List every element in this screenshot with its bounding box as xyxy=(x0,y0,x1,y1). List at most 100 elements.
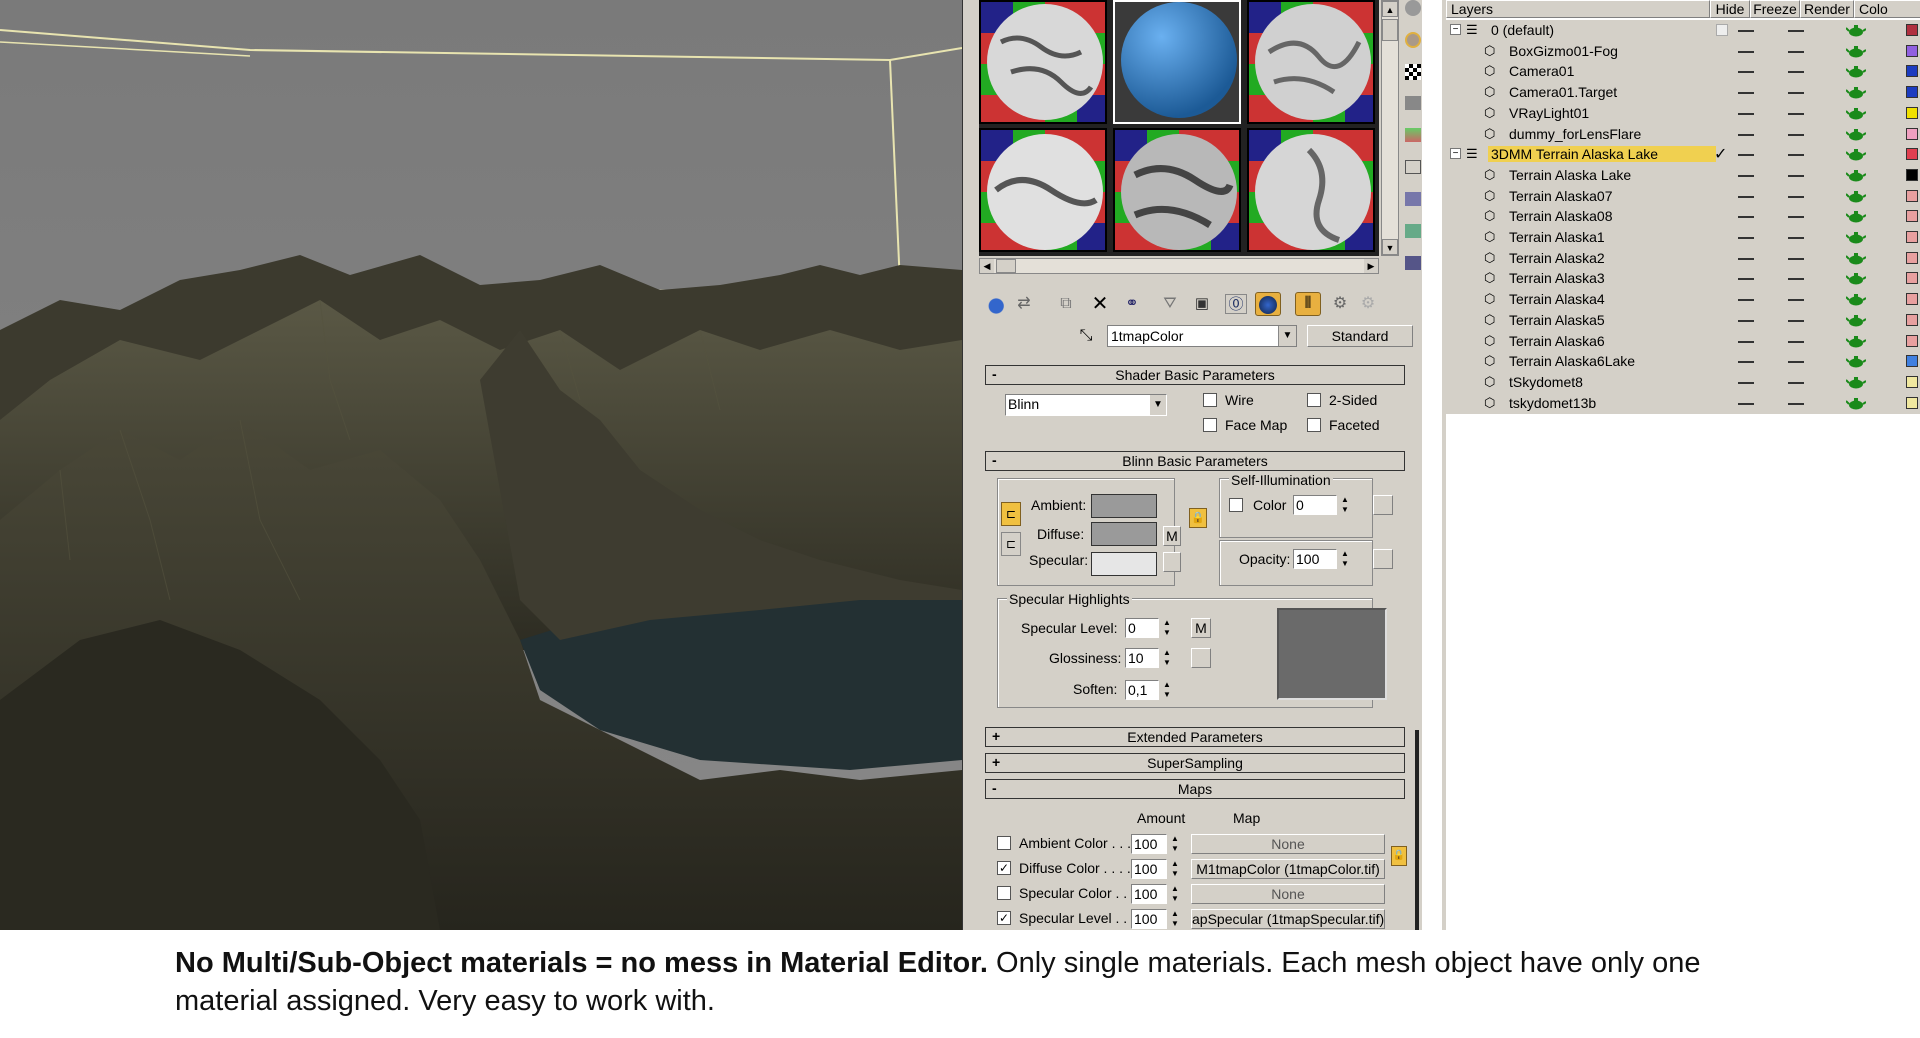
layer-name[interactable]: Terrain Alaska3 xyxy=(1506,270,1608,286)
layer-row[interactable]: ⬡ VRayLight01 xyxy=(1446,102,1920,124)
layer-row[interactable]: ⬡ Terrain Alaska6Lake xyxy=(1446,351,1920,373)
hide-toggle[interactable] xyxy=(1738,257,1754,260)
layer-name[interactable]: tSkydomet8 xyxy=(1506,374,1586,390)
make-preview-icon[interactable] xyxy=(1405,160,1421,174)
lock-icon[interactable]: 🔒 xyxy=(1189,508,1207,528)
rollout-extended[interactable]: + Extended Parameters xyxy=(985,727,1405,747)
spinner-icon[interactable]: ▲ ▼ xyxy=(1161,680,1173,700)
material-name-dropdown[interactable]: 1tmapColor ▼ xyxy=(1107,325,1297,347)
map-slot-button[interactable]: None xyxy=(1191,834,1385,854)
scroll-right-icon[interactable]: ▶ xyxy=(1364,259,1378,273)
layer-row[interactable]: ⬡ Camera01 xyxy=(1446,61,1920,83)
hide-toggle[interactable] xyxy=(1738,361,1754,364)
layer-row[interactable]: ⬡ Terrain Alaska3 xyxy=(1446,268,1920,290)
render-teapot-icon[interactable] xyxy=(1845,376,1867,389)
specular-level-map-button[interactable]: M xyxy=(1191,618,1211,638)
layer-name[interactable]: Terrain Alaska4 xyxy=(1506,291,1608,307)
layer-row[interactable]: ⬡ Terrain Alaska07 xyxy=(1446,185,1920,207)
render-teapot-icon[interactable] xyxy=(1845,272,1867,285)
hide-toggle[interactable] xyxy=(1738,402,1754,405)
layer-color-swatch[interactable] xyxy=(1906,272,1918,285)
layer-name[interactable]: Terrain Alaska Lake xyxy=(1506,167,1634,183)
specular-color-swatch[interactable] xyxy=(1091,552,1157,576)
layer-color-swatch[interactable] xyxy=(1906,127,1918,140)
render-teapot-icon[interactable] xyxy=(1845,252,1867,265)
glossiness-input[interactable]: 10 xyxy=(1125,648,1159,668)
lock-diffuse-specular-icon[interactable]: ⊏ xyxy=(1001,532,1021,556)
rollout-supersampling[interactable]: + SuperSampling xyxy=(985,753,1405,773)
hide-toggle[interactable] xyxy=(1738,50,1754,53)
layer-color-swatch[interactable] xyxy=(1906,189,1918,202)
layer-color-swatch[interactable] xyxy=(1906,334,1918,347)
sample-slot[interactable] xyxy=(1113,128,1241,252)
make-unique-icon[interactable]: ⚭ xyxy=(1121,294,1143,314)
layer-name[interactable]: dummy_forLensFlare xyxy=(1506,126,1644,142)
scroll-up-icon[interactable]: ▲ xyxy=(1382,1,1398,17)
material-type-button[interactable]: Standard xyxy=(1307,325,1413,347)
freeze-toggle[interactable] xyxy=(1788,30,1804,32)
faceted-checkbox[interactable] xyxy=(1307,418,1321,432)
slots-vertical-scrollbar[interactable]: ▲ ▼ xyxy=(1381,0,1399,256)
layer-color-swatch[interactable] xyxy=(1906,375,1918,388)
layer-color-swatch[interactable] xyxy=(1906,313,1918,326)
freeze-column-header[interactable]: Freeze xyxy=(1750,0,1800,18)
diffuse-map-button[interactable]: M xyxy=(1163,526,1181,546)
self-illum-map-button[interactable] xyxy=(1373,495,1393,515)
render-teapot-icon[interactable] xyxy=(1845,86,1867,99)
freeze-toggle[interactable] xyxy=(1788,381,1804,384)
layer-row[interactable]: ⬡ dummy_forLensFlare xyxy=(1446,123,1920,145)
layer-name[interactable]: Terrain Alaska6Lake xyxy=(1506,353,1638,369)
shader-type-dropdown[interactable]: Blinn ▼ xyxy=(1005,394,1167,416)
scroll-thumb[interactable] xyxy=(1382,19,1398,41)
opacity-input[interactable]: 100 xyxy=(1293,549,1337,569)
freeze-toggle[interactable] xyxy=(1788,71,1804,74)
sample-slot-active[interactable] xyxy=(1113,0,1241,124)
render-teapot-icon[interactable] xyxy=(1845,210,1867,223)
hide-column-header[interactable]: Hide xyxy=(1710,0,1750,18)
hide-toggle[interactable] xyxy=(1738,237,1754,239)
freeze-toggle[interactable] xyxy=(1788,402,1804,405)
color-column-header[interactable]: Colo xyxy=(1854,0,1920,18)
layer-row[interactable]: ⬡ Terrain Alaska6 xyxy=(1446,330,1920,352)
put-to-library-icon[interactable]: ⛛ xyxy=(1159,294,1181,314)
layer-row[interactable]: − ☰ 3DMM Terrain Alaska Lake ✓ xyxy=(1446,144,1920,166)
freeze-toggle[interactable] xyxy=(1788,216,1804,219)
layer-color-swatch[interactable] xyxy=(1906,24,1918,36)
layer-row[interactable]: ⬡ Terrain Alaska Lake xyxy=(1446,164,1920,186)
freeze-toggle[interactable] xyxy=(1788,112,1804,115)
self-illum-color-checkbox[interactable] xyxy=(1229,498,1243,512)
freeze-toggle[interactable] xyxy=(1788,174,1804,177)
soften-input[interactable]: 0,1 xyxy=(1125,680,1159,700)
material-navigator-icon[interactable] xyxy=(1405,256,1421,270)
render-teapot-icon[interactable] xyxy=(1845,355,1867,368)
layer-row[interactable]: ⬡ Terrain Alaska4 xyxy=(1446,289,1920,311)
sample-slot[interactable] xyxy=(979,128,1107,252)
render-teapot-icon[interactable] xyxy=(1845,128,1867,141)
freeze-toggle[interactable] xyxy=(1788,195,1804,198)
map-enable-checkbox[interactable]: ✓ xyxy=(997,861,1011,875)
render-teapot-icon[interactable] xyxy=(1845,397,1867,410)
freeze-toggle[interactable] xyxy=(1788,237,1804,239)
freeze-toggle[interactable] xyxy=(1788,92,1804,95)
layer-row[interactable]: ⬡ Terrain Alaska5 xyxy=(1446,309,1920,331)
pick-from-object-icon[interactable]: ⚙ xyxy=(1357,294,1379,314)
layer-color-swatch[interactable] xyxy=(1906,293,1918,306)
hscroll-thumb[interactable] xyxy=(996,259,1016,273)
layer-name[interactable]: Terrain Alaska6 xyxy=(1506,333,1608,349)
layer-row[interactable]: ⬡ Camera01.Target xyxy=(1446,82,1920,104)
layer-name[interactable]: Terrain Alaska1 xyxy=(1506,229,1608,245)
layer-color-swatch[interactable] xyxy=(1906,44,1918,57)
layer-color-swatch[interactable] xyxy=(1906,251,1918,264)
spinner-icon[interactable]: ▲ ▼ xyxy=(1169,884,1181,904)
layer-row[interactable]: ⬡ Terrain Alaska1 xyxy=(1446,227,1920,248)
go-to-parent-icon[interactable]: ⫴ xyxy=(1295,292,1321,316)
render-teapot-icon[interactable] xyxy=(1845,148,1867,161)
spinner-icon[interactable]: ▲ ▼ xyxy=(1339,549,1351,569)
spinner-icon[interactable]: ▲ ▼ xyxy=(1169,909,1181,929)
rollout-shader-basic[interactable]: - Shader Basic Parameters xyxy=(985,365,1405,385)
self-illum-value-input[interactable]: 0 xyxy=(1293,495,1337,515)
map-slot-button[interactable]: M1tmapColor (1tmapColor.tif) xyxy=(1191,859,1385,879)
lock-ambient-diffuse-icon[interactable]: ⊏ xyxy=(1001,502,1021,526)
render-teapot-icon[interactable] xyxy=(1845,293,1867,306)
current-layer-box[interactable] xyxy=(1716,24,1728,36)
